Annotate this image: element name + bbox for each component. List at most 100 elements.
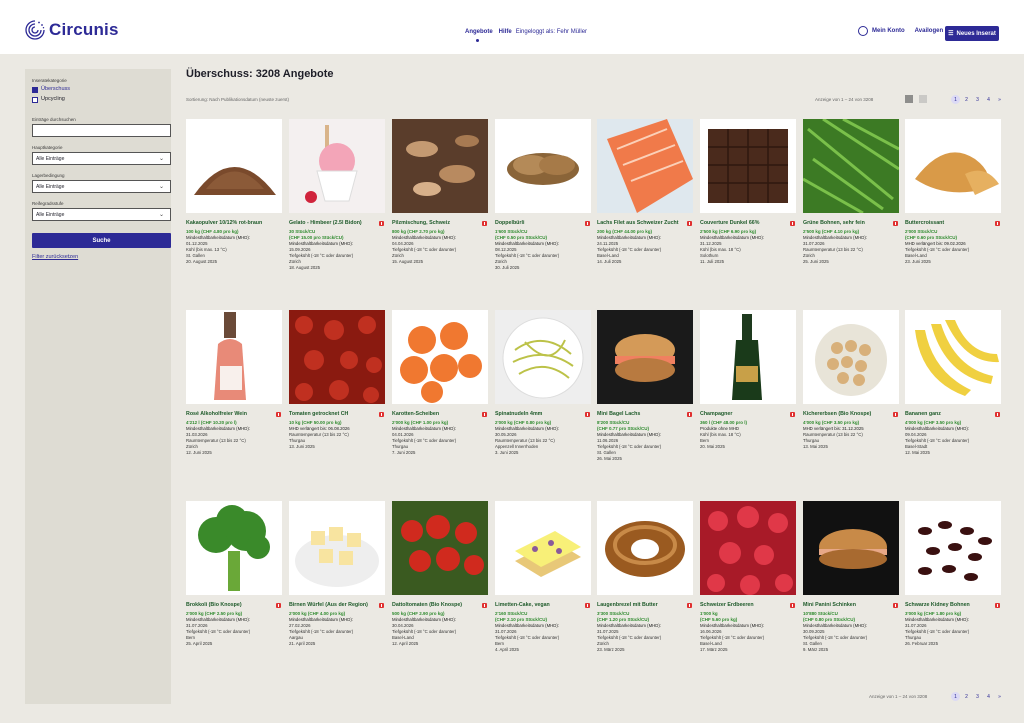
offer-card[interactable]: Grüne Bohnen, sehr fein 2'500 kg (CHF 4.1… [803, 119, 899, 299]
search-input[interactable] [32, 124, 171, 137]
search-button[interactable]: Suche [32, 233, 171, 248]
product-image[interactable] [905, 119, 1001, 213]
product-title[interactable]: Kichererbsen (Bio Knospe) [803, 411, 889, 417]
product-image[interactable] [700, 119, 796, 213]
checkbox-upcycling-label[interactable]: Upcycling [41, 96, 65, 102]
offer-card[interactable]: Limetten-Cake, vegan 2'160 Stück/CU (CHF 2… [495, 501, 591, 681]
page-3[interactable]: 3 [973, 95, 982, 104]
grid-view-icon[interactable] [905, 95, 913, 103]
offer-card[interactable]: Gelato - Himbeer (2.5l Bidon) 30 Stück/CU… [289, 119, 385, 299]
product-title[interactable]: Rosé Alkoholfreier Wein [186, 411, 272, 417]
product-title[interactable]: Doppelbürli [495, 220, 581, 226]
product-image[interactable] [803, 119, 899, 213]
product-title[interactable]: Lachs Filet aus Schweizer Zucht [597, 220, 683, 226]
list-view-icon[interactable] [919, 95, 927, 103]
page-2[interactable]: 2 [962, 692, 971, 701]
storage-select[interactable]: Alle Einträge ⌄ [32, 180, 171, 193]
reset-filter-link[interactable]: Filter zurücksetzen [32, 254, 78, 260]
product-image[interactable] [289, 501, 385, 595]
product-title[interactable]: Brokkoli (Bio Knospe) [186, 602, 272, 608]
product-image[interactable] [392, 119, 488, 213]
offer-card[interactable]: Rosé Alkoholfreier Wein 4'212 l (CHF 10.2… [186, 310, 282, 490]
product-title[interactable]: Mini Bagel Lachs [597, 411, 683, 417]
product-image[interactable] [392, 501, 488, 595]
offer-card[interactable]: Pilzmischung, Schweiz 800 kg (CHF 2.70 pr… [392, 119, 488, 299]
offer-card[interactable]: Schweizer Erdbeeren 1'000 kg (CHF 5.60 pro… [700, 501, 796, 681]
product-title[interactable]: Dattoltomaten (Bio Knospe) [392, 602, 478, 608]
product-image[interactable] [597, 501, 693, 595]
product-title[interactable]: Bananen ganz [905, 411, 991, 417]
product-image[interactable] [700, 501, 796, 595]
product-title[interactable]: Spinatnudeln 4mm [495, 411, 581, 417]
product-title[interactable]: Kakaopulver 10/12% rot-braun [186, 220, 272, 226]
ripeness-select[interactable]: Alle Einträge ⌄ [32, 208, 171, 221]
product-image[interactable] [495, 119, 591, 213]
page-3[interactable]: 3 [973, 692, 982, 701]
offer-card[interactable]: Schwarze Kidney Bohnen 3'000 kg (CHF 1.80… [905, 501, 1001, 681]
checkbox-upcycling[interactable] [32, 97, 38, 103]
product-title[interactable]: Schweizer Erdbeeren [700, 602, 786, 608]
product-image[interactable] [289, 310, 385, 404]
product-title[interactable]: Pilzmischung, Schweiz [392, 220, 478, 226]
offer-card[interactable]: Kichererbsen (Bio Knospe) 4'000 kg (CHF 3… [803, 310, 899, 490]
offer-card[interactable]: Mini Bagel Lachs 8'200 Stück/CU (CHF 0.77 … [597, 310, 693, 490]
product-title[interactable]: Schwarze Kidney Bohnen [905, 602, 991, 608]
product-title[interactable]: Karotten-Scheiben [392, 411, 478, 417]
product-title[interactable]: Buttercroissant [905, 220, 991, 226]
product-image[interactable] [700, 310, 796, 404]
product-image[interactable] [186, 119, 282, 213]
offer-card[interactable]: Dattoltomaten (Bio Knospe) 500 kg (CHF 2.… [392, 501, 488, 681]
product-image[interactable] [186, 310, 282, 404]
page-1[interactable]: 1 [951, 692, 960, 701]
product-title[interactable]: Grüne Bohnen, sehr fein [803, 220, 889, 226]
offer-card[interactable]: Tomaten getrocknet CH 10 kg (CHF 50.00 pr… [289, 310, 385, 490]
sort-dropdown[interactable]: Sortierung: Nach Publikationsdatum (neus… [186, 97, 289, 102]
product-image[interactable] [803, 501, 899, 595]
offer-card[interactable]: Kakaopulver 10/12% rot-braun 100 kg (CHF … [186, 119, 282, 299]
offer-card[interactable]: Bananen ganz 4'000 kg (CHF 3.50 pro kg) Mi… [905, 310, 1001, 490]
offer-card[interactable]: Birnen Würfel (Aus der Region) 2'000 kg (… [289, 501, 385, 681]
nav-offers[interactable]: Angebote [465, 29, 493, 42]
product-image[interactable] [495, 501, 591, 595]
product-image[interactable] [905, 501, 1001, 595]
logo[interactable]: Circunis [24, 19, 119, 41]
page-4[interactable]: 4 [984, 692, 993, 701]
product-title[interactable]: Laugenbrezel mit Butter [597, 602, 683, 608]
product-title[interactable]: Birnen Würfel (Aus der Region) [289, 602, 375, 608]
product-title[interactable]: Couverture Dunkel 66% [700, 220, 786, 226]
offer-card[interactable]: Brokkoli (Bio Knospe) 2'000 kg (CHF 2.50 … [186, 501, 282, 681]
main-category-select[interactable]: Alle Einträge ⌄ [32, 152, 171, 165]
offer-card[interactable]: Champagner 360 l (CHF 48.00 pro l) Produkt… [700, 310, 796, 490]
offer-card[interactable]: Spinatnudeln 4mm 2'000 kg (CHF 0.80 pro k… [495, 310, 591, 490]
my-ads-link[interactable]: Availogen [915, 28, 943, 34]
checkbox-surplus[interactable] [32, 87, 38, 93]
product-image[interactable] [289, 119, 385, 213]
product-title[interactable]: Mini Panini Schinken [803, 602, 889, 608]
product-image[interactable] [597, 310, 693, 404]
product-image[interactable] [392, 310, 488, 404]
offer-card[interactable]: Mini Panini Schinken 10'880 Stück/CU (CHF … [803, 501, 899, 681]
product-title[interactable]: Tomaten getrocknet CH [289, 411, 375, 417]
offer-card[interactable]: Couverture Dunkel 66% 2'500 kg (CHF 6.90 … [700, 119, 796, 299]
page-2[interactable]: 2 [962, 95, 971, 104]
offer-card[interactable]: Laugenbrezel mit Butter 3'300 Stück/CU (CH… [597, 501, 693, 681]
new-ad-button[interactable]: ☰ Neues Inserat [945, 26, 999, 41]
page-1[interactable]: 1 [951, 95, 960, 104]
page-next[interactable]: » [995, 692, 1004, 701]
page-4[interactable]: 4 [984, 95, 993, 104]
product-title[interactable]: Champagner [700, 411, 786, 417]
my-account-link[interactable]: Mein Konto [872, 28, 905, 34]
product-image[interactable] [495, 310, 591, 404]
product-image[interactable] [803, 310, 899, 404]
product-title[interactable]: Limetten-Cake, vegan [495, 602, 581, 608]
offer-card[interactable]: Buttercroissant 2'000 Stück/CU (CHF 0.60 p… [905, 119, 1001, 299]
product-image[interactable] [186, 501, 282, 595]
product-image[interactable] [905, 310, 1001, 404]
product-image[interactable] [597, 119, 693, 213]
offer-card[interactable]: Lachs Filet aus Schweizer Zucht 200 kg (C… [597, 119, 693, 299]
offer-card[interactable]: Karotten-Scheiben 2'000 kg (CHF 1.00 pro … [392, 310, 488, 490]
page-next[interactable]: » [995, 95, 1004, 104]
offer-card[interactable]: Doppelbürli 1'600 Stück/CU (CHF 0.50 pro S… [495, 119, 591, 299]
nav-help[interactable]: Hilfe [499, 29, 512, 35]
product-title[interactable]: Gelato - Himbeer (2.5l Bidon) [289, 220, 375, 226]
